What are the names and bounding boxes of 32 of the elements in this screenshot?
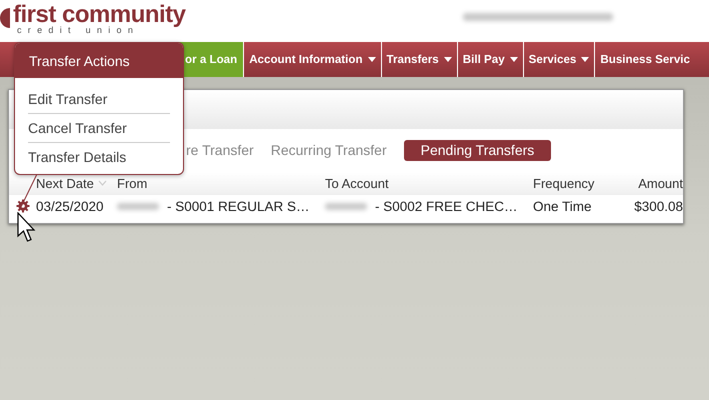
column-header[interactable]: Frequency: [533, 176, 594, 190]
logo-tagline: credit union: [16, 25, 140, 35]
caret-icon: [368, 57, 376, 62]
nav-item[interactable]: Account Information: [243, 42, 381, 77]
logo-name: first community: [13, 5, 186, 25]
menu-item[interactable]: Cancel Transfer: [28, 114, 170, 143]
table-cell: - S0002 FREE CHEC…: [375, 198, 518, 214]
tab[interactable]: re Transfer: [186, 142, 254, 158]
tab[interactable]: Pending Transfers: [404, 140, 552, 160]
table-cell: $300.08: [634, 198, 683, 214]
logo-icon: [0, 7, 11, 29]
menu-item[interactable]: Edit Transfer: [28, 85, 170, 114]
column-header[interactable]: Next Date: [36, 176, 94, 190]
column-header[interactable]: Amount: [638, 176, 683, 190]
caret-icon: [581, 57, 590, 62]
menu-item[interactable]: Transfer Details: [28, 143, 170, 171]
column-header[interactable]: From: [117, 176, 148, 190]
caret-icon: [510, 57, 518, 62]
column-header[interactable]: To Account: [325, 176, 389, 190]
nav-item[interactable]: Services: [522, 42, 594, 77]
caret-icon: [444, 57, 452, 62]
menu-title: Transfer Actions: [15, 43, 183, 78]
redacted-account: [117, 202, 159, 210]
table-cell: - S0001 REGULAR S…: [167, 198, 310, 214]
nav-item[interactable]: Business Servic: [594, 42, 695, 77]
tab[interactable]: Recurring Transfer: [270, 142, 387, 158]
nav-item[interactable]: Transfers: [380, 42, 457, 77]
table-cell: One Time: [533, 198, 592, 214]
table-cell: 03/25/2020: [36, 198, 104, 214]
gear-icon[interactable]: [16, 199, 30, 213]
nav-item[interactable]: Bill Pay: [456, 42, 523, 77]
redacted-account: [325, 202, 367, 210]
